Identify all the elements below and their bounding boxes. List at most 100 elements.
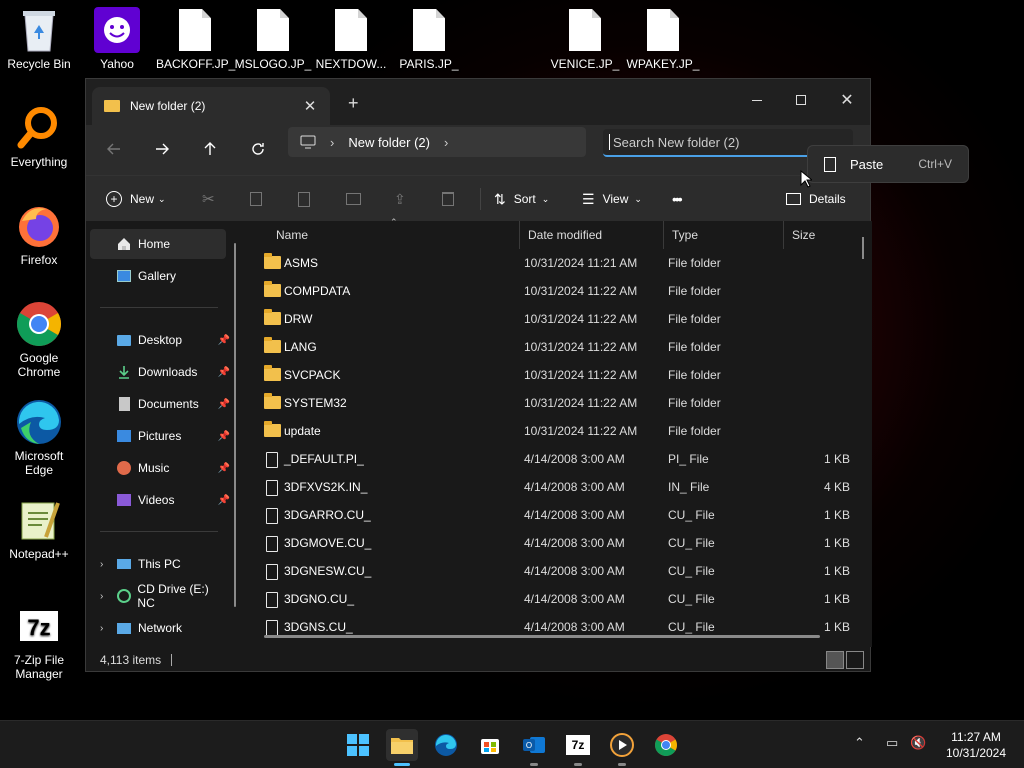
sidebar-item-desktop[interactable]: Desktop 📌 bbox=[90, 325, 230, 355]
sidebar-scrollbar[interactable] bbox=[234, 243, 236, 607]
sidebar-item-this-pc[interactable]: › This PC bbox=[90, 549, 226, 579]
backoff-file-icon[interactable]: BACKOFF.JP_ bbox=[156, 6, 235, 71]
delete-button[interactable] bbox=[442, 185, 454, 213]
table-row[interactable]: SYSTEM32 10/31/2024 11:22 AM File folder bbox=[260, 389, 856, 417]
column-header-date[interactable]: Date modified bbox=[520, 221, 664, 249]
taskbar-chrome[interactable] bbox=[650, 729, 682, 761]
table-row[interactable]: 3DGARRO.CU_ 4/14/2008 3:00 AM CU_ File 1 KB bbox=[260, 501, 856, 529]
column-header-type[interactable]: Type bbox=[664, 221, 784, 249]
table-row[interactable]: COMPDATA 10/31/2024 11:22 AM File folder bbox=[260, 277, 856, 305]
details-pane-button[interactable]: Details bbox=[786, 185, 846, 213]
cut-button[interactable]: ✂ bbox=[202, 185, 215, 213]
mslogo-file-icon[interactable]: MSLOGO.JP_ bbox=[234, 6, 312, 71]
share-button[interactable]: ⇪ bbox=[394, 185, 406, 213]
table-row[interactable]: SVCPACK 10/31/2024 11:22 AM File folder bbox=[260, 361, 856, 389]
view-button[interactable]: ☰ View ⌄ bbox=[582, 185, 642, 213]
vertical-scrollbar[interactable] bbox=[862, 237, 864, 259]
new-tab-button[interactable]: + bbox=[348, 93, 359, 114]
sidebar-item-downloads[interactable]: Downloads 📌 bbox=[90, 357, 230, 387]
details-view-button[interactable] bbox=[826, 651, 844, 669]
sidebar-item-documents[interactable]: Documents 📌 bbox=[90, 389, 230, 419]
back-button[interactable] bbox=[98, 133, 130, 165]
yahoo-icon bbox=[93, 6, 141, 54]
firefox-shortcut[interactable]: Firefox bbox=[0, 202, 78, 267]
paris-file-icon[interactable]: PARIS.JP_ bbox=[390, 6, 468, 71]
volume-muted-icon[interactable]: 🔇 bbox=[910, 735, 926, 751]
rename-button[interactable] bbox=[346, 185, 361, 213]
navigation-pane[interactable]: Home Gallery Desktop 📌 Downloads 📌 Docum… bbox=[86, 221, 244, 647]
start-button[interactable] bbox=[342, 729, 374, 761]
table-row[interactable]: LANG 10/31/2024 11:22 AM File folder bbox=[260, 333, 856, 361]
file-list[interactable]: Name ⌃ Date modified Type Size ASMS 10/31… bbox=[246, 217, 872, 647]
sort-button[interactable]: ⇅ Sort ⌄ bbox=[494, 185, 549, 213]
column-header-size[interactable]: Size bbox=[784, 221, 860, 249]
pin-icon[interactable]: 📌 bbox=[218, 367, 230, 378]
close-tab-icon[interactable]: ✕ bbox=[298, 97, 322, 115]
taskbar-file-explorer[interactable] bbox=[386, 729, 418, 766]
file-icon bbox=[413, 9, 445, 51]
7zip-shortcut[interactable]: 7z 7-Zip File Manager bbox=[0, 602, 78, 681]
minimize-button[interactable] bbox=[734, 85, 780, 115]
sidebar-item-music[interactable]: Music 📌 bbox=[90, 453, 230, 483]
sidebar-item-cd-drive[interactable]: › CD Drive (E:) NC bbox=[90, 581, 226, 611]
taskbar-7zip[interactable]: 7z bbox=[562, 729, 594, 766]
tiles-view-button[interactable] bbox=[846, 651, 864, 669]
sidebar-item-pictures[interactable]: Pictures 📌 bbox=[90, 421, 230, 451]
table-row[interactable]: ASMS 10/31/2024 11:21 AM File folder bbox=[260, 249, 856, 277]
pin-icon[interactable]: 📌 bbox=[218, 399, 230, 410]
chrome-shortcut[interactable]: Google Chrome bbox=[0, 300, 78, 379]
sidebar-item-network[interactable]: › Network bbox=[90, 613, 226, 643]
table-row[interactable]: 3DGNESW.CU_ 4/14/2008 3:00 AM CU_ File 1 KB bbox=[260, 557, 856, 585]
taskbar-clock[interactable]: 11:27 AM 10/31/2024 bbox=[936, 729, 1016, 761]
chevron-right-icon[interactable]: › bbox=[100, 559, 103, 570]
forward-button[interactable] bbox=[146, 133, 178, 165]
new-button[interactable]: + New ⌄ bbox=[106, 185, 166, 213]
show-hidden-icons-button[interactable]: ⌃ bbox=[854, 735, 865, 751]
table-row[interactable]: DRW 10/31/2024 11:22 AM File folder bbox=[260, 305, 856, 333]
address-bar[interactable]: › New folder (2) › bbox=[288, 127, 586, 157]
recycle-bin-icon[interactable]: Recycle Bin bbox=[0, 6, 78, 71]
sidebar-item-home[interactable]: Home bbox=[90, 229, 226, 259]
breadcrumb[interactable]: New folder (2) bbox=[348, 135, 430, 150]
table-row[interactable]: update 10/31/2024 11:22 AM File folder bbox=[260, 417, 856, 445]
paste-button[interactable] bbox=[298, 185, 310, 213]
title-bar[interactable]: New folder (2) ✕ + ✕ bbox=[86, 79, 870, 125]
pin-icon[interactable]: 📌 bbox=[218, 463, 230, 474]
refresh-button[interactable] bbox=[242, 133, 274, 165]
table-row[interactable]: 3DGMOVE.CU_ 4/14/2008 3:00 AM CU_ File 1 KB bbox=[260, 529, 856, 557]
copy-button[interactable] bbox=[250, 185, 262, 213]
yahoo-shortcut[interactable]: Yahoo bbox=[78, 6, 156, 71]
taskbar-edge[interactable] bbox=[430, 729, 462, 761]
table-row[interactable]: 3DFXVS2K.IN_ 4/14/2008 3:00 AM IN_ File 4 K… bbox=[260, 473, 856, 501]
sidebar-item-videos[interactable]: Videos 📌 bbox=[90, 485, 230, 515]
taskbar-store[interactable] bbox=[474, 729, 506, 761]
notepadpp-shortcut[interactable]: Notepad++ bbox=[0, 496, 78, 561]
refresh-icon bbox=[252, 143, 264, 155]
file-type: File folder bbox=[668, 340, 721, 354]
chevron-right-icon[interactable]: › bbox=[100, 623, 103, 634]
sidebar-item-gallery[interactable]: Gallery bbox=[90, 261, 226, 291]
maximize-button[interactable] bbox=[778, 85, 824, 115]
taskbar-media-player[interactable] bbox=[606, 729, 638, 766]
wpakey-file-icon[interactable]: WPAKEY.JP_ bbox=[624, 6, 702, 71]
file-explorer-window[interactable]: New folder (2) ✕ + ✕ › New folder (2) › … bbox=[85, 78, 872, 672]
nextdow-file-icon[interactable]: NEXTDOW... bbox=[312, 6, 390, 71]
tab-new-folder[interactable]: New folder (2) ✕ bbox=[92, 87, 330, 125]
close-window-button[interactable]: ✕ bbox=[824, 85, 870, 115]
more-options-button[interactable]: ••• bbox=[672, 185, 683, 213]
venice-file-icon[interactable]: VENICE.JP_ bbox=[546, 6, 624, 71]
file-date: 4/14/2008 3:00 AM bbox=[524, 480, 625, 494]
table-row[interactable]: 3DGNO.CU_ 4/14/2008 3:00 AM CU_ File 1 KB bbox=[260, 585, 856, 613]
table-row[interactable]: _DEFAULT.PI_ 4/14/2008 3:00 AM PI_ File 1 K… bbox=[260, 445, 856, 473]
edge-shortcut[interactable]: Microsoft Edge bbox=[0, 398, 78, 477]
up-button[interactable] bbox=[194, 133, 226, 165]
network-status-icon[interactable]: ▭ bbox=[886, 735, 898, 751]
pin-icon[interactable]: 📌 bbox=[218, 431, 230, 442]
taskbar-outlook[interactable]: O bbox=[518, 729, 550, 766]
pin-icon[interactable]: 📌 bbox=[218, 495, 230, 506]
chevron-right-icon[interactable]: › bbox=[100, 591, 103, 602]
everything-shortcut[interactable]: Everything bbox=[0, 104, 78, 169]
horizontal-scrollbar[interactable] bbox=[264, 635, 820, 638]
pin-icon[interactable]: 📌 bbox=[218, 335, 230, 346]
paste-menu-item[interactable]: Paste bbox=[824, 156, 883, 172]
